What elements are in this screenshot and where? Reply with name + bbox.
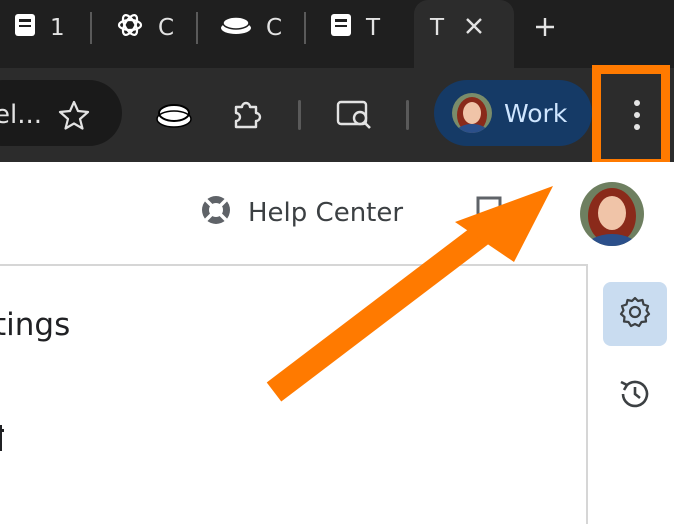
annotation-arrow: [266, 186, 553, 402]
